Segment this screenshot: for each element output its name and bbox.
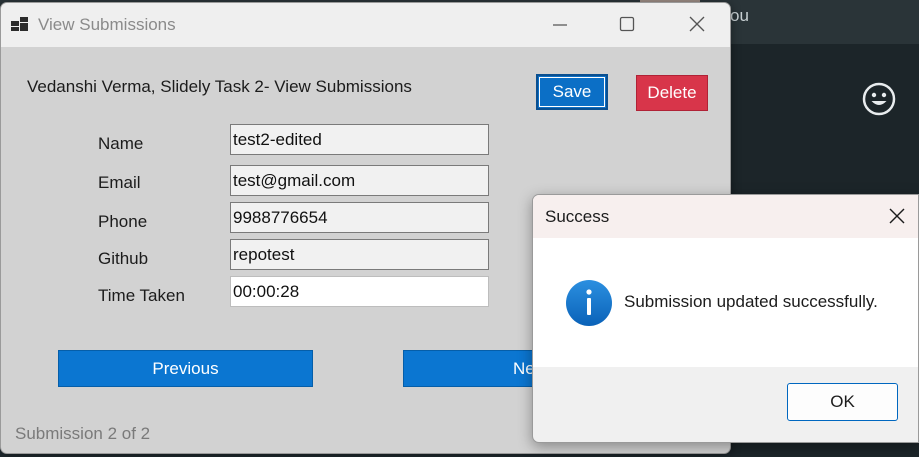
window-title: View Submissions [38,15,176,34]
delete-button[interactable]: Delete [636,75,708,111]
close-icon[interactable] [887,206,907,226]
minimize-icon[interactable] [549,13,571,35]
page-heading: Vedanshi Verma, Slidely Task 2- View Sub… [27,77,412,96]
github-input[interactable] [230,239,489,270]
dialog-titlebar[interactable]: Success [533,195,918,238]
maximize-icon[interactable] [616,13,638,35]
time-taken-label: Time Taken [98,286,185,305]
name-label: Name [98,134,144,153]
submission-counter: Submission 2 of 2 [15,424,151,443]
window-titlebar[interactable]: View Submissions [1,3,730,47]
email-input[interactable] [230,165,489,196]
email-label: Email [98,173,141,192]
save-button[interactable]: Save [536,74,608,110]
previous-button[interactable]: Previous [58,350,313,387]
name-input[interactable] [230,124,489,155]
github-label: Github [98,249,149,268]
info-icon [566,280,612,326]
phone-label: Phone [98,212,148,231]
smiley-icon[interactable] [862,82,896,116]
dialog-title: Success [545,207,610,226]
dialog-message: Submission updated successfully. [624,292,878,311]
time-taken-input[interactable] [230,276,489,307]
ok-button[interactable]: OK [787,383,898,421]
dialog-body: Submission updated successfully. [533,238,918,367]
success-dialog: Success Submission updated successfully.… [532,194,919,443]
close-icon[interactable] [686,13,708,35]
phone-input[interactable] [230,202,489,233]
app-icon [11,17,28,31]
background-text-fragment: ou [730,6,749,25]
